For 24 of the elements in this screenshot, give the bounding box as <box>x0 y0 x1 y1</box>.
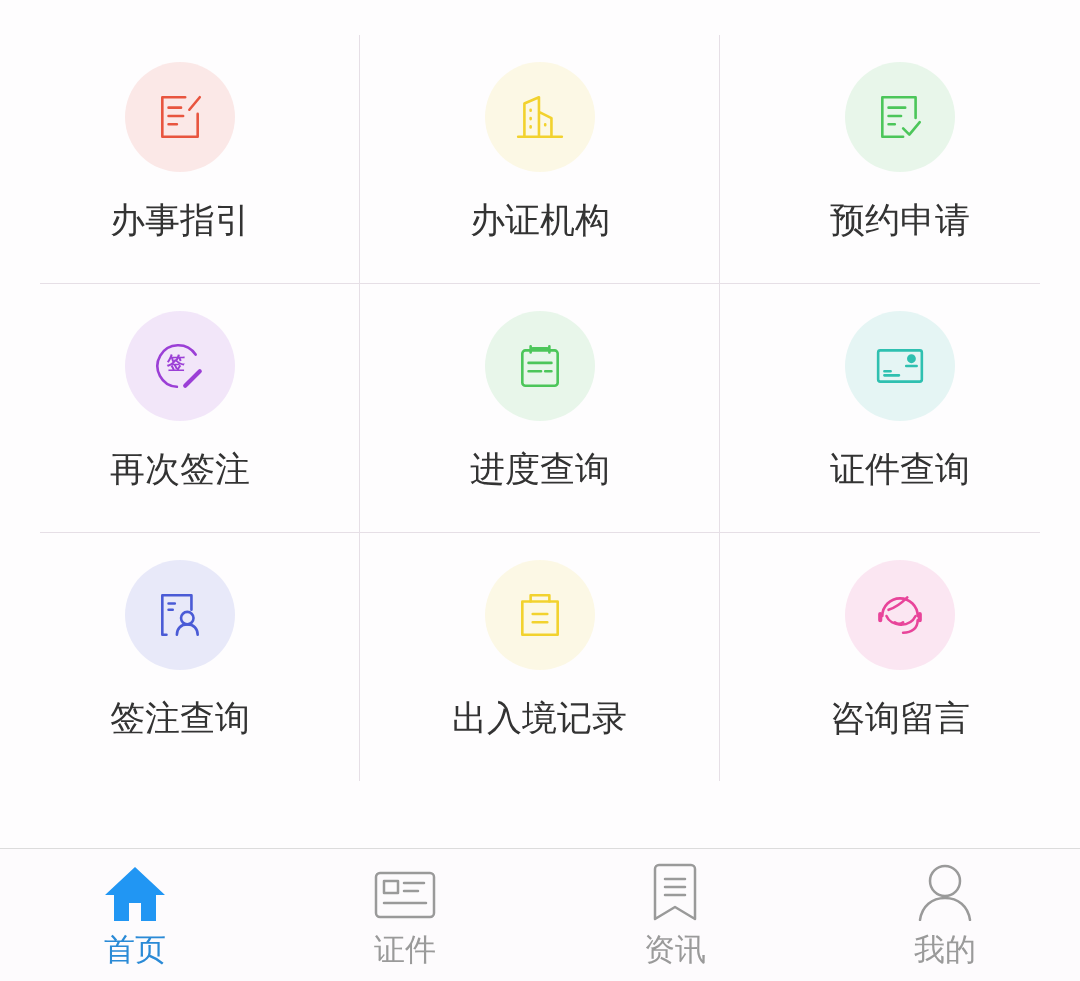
service-label: 办证机构 <box>469 199 610 242</box>
icon-glyph: 签 <box>166 354 185 372</box>
tab-bar-item[interactable]: 首页 <box>0 849 270 981</box>
service-label: 咨询留言 <box>830 697 970 740</box>
service-tile[interactable]: 办证机构 <box>360 35 720 283</box>
bookmark-icon <box>651 863 699 921</box>
service-tile[interactable]: 咨询留言 <box>720 533 1080 781</box>
service-label: 预约申请 <box>830 199 970 242</box>
service-label: 进度查询 <box>469 448 610 491</box>
service-label: 再次签注 <box>109 448 250 491</box>
service-label: 签注查询 <box>109 697 250 740</box>
person-icon <box>918 863 972 921</box>
service-tile[interactable]: 证件查询 <box>720 284 1080 532</box>
service-tile[interactable]: 出入境记录 <box>360 533 720 781</box>
service-label: 出入境记录 <box>452 697 627 740</box>
home-icon <box>104 865 166 921</box>
service-tile[interactable]: 签注查询 <box>0 533 360 781</box>
service-tile[interactable]: 办事指引 <box>0 35 360 283</box>
service-tile[interactable]: 签 再次签注 <box>0 284 360 532</box>
card-icon <box>374 869 436 921</box>
service-tile[interactable]: 进度查询 <box>360 284 720 532</box>
service-label: 证件查询 <box>830 448 970 491</box>
service-label: 办事指引 <box>109 199 250 242</box>
service-tile[interactable]: 预约申请 <box>720 35 1080 283</box>
